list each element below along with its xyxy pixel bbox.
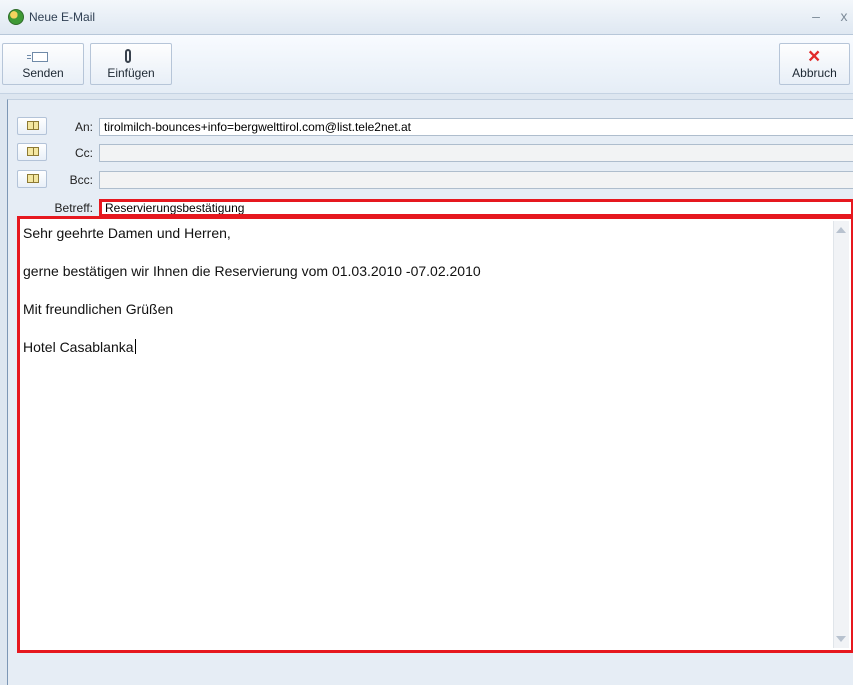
text-caret	[134, 339, 136, 354]
cancel-button-label: Abbruch	[792, 66, 837, 80]
window-title: Neue E-Mail	[29, 10, 96, 24]
bcc-field[interactable]	[99, 171, 853, 189]
body-line: Mit freundlichen Grüßen	[23, 301, 174, 317]
cc-label: Cc:	[75, 146, 93, 160]
subject-label: Betreff:	[54, 201, 93, 215]
attach-button-label: Einfügen	[107, 66, 155, 80]
minimize-button[interactable]: –	[807, 8, 825, 24]
to-label: An:	[74, 120, 93, 134]
to-row: An: tirolmilch-bounces+info=bergwelttiro…	[8, 117, 853, 137]
body-line: Sehr geehrte Damen und Herren,	[23, 225, 231, 241]
body-line: Hotel Casablanka	[23, 339, 134, 355]
message-body[interactable]: Sehr geehrte Damen und Herren, gerne bes…	[17, 216, 853, 653]
bcc-row: Bcc:	[8, 170, 853, 190]
cancel-button[interactable]: × Abbruch	[779, 43, 850, 85]
send-button-label: Senden	[22, 66, 64, 80]
subject-row: Betreff: Reservierungsbestätigung	[8, 198, 853, 218]
attach-button[interactable]: Einfügen	[90, 43, 172, 85]
body-line-with-caret: Hotel Casablanka	[23, 337, 833, 357]
message-text: Sehr geehrte Damen und Herren, gerne bes…	[23, 223, 833, 375]
app-icon	[8, 9, 24, 25]
cc-row: Cc:	[8, 143, 853, 163]
subject-field[interactable]: Reservierungsbestätigung	[99, 199, 853, 217]
body-line: gerne bestätigen wir Ihnen die Reservier…	[23, 263, 481, 279]
vertical-scrollbar[interactable]	[833, 221, 849, 648]
compose-panel: An: tirolmilch-bounces+info=bergwelttiro…	[7, 99, 853, 685]
paperclip-icon	[91, 48, 171, 64]
to-field[interactable]: tirolmilch-bounces+info=bergwelttirol.co…	[99, 118, 853, 136]
title-bar: Neue E-Mail – x	[0, 0, 853, 35]
close-window-button[interactable]: x	[835, 8, 853, 24]
cc-field[interactable]	[99, 144, 853, 162]
send-button[interactable]: Senden	[2, 43, 84, 85]
scroll-down-icon[interactable]	[836, 636, 846, 642]
envelope-icon	[3, 48, 83, 64]
bcc-label: Bcc:	[69, 173, 93, 187]
close-icon: ×	[808, 45, 821, 68]
scroll-up-icon[interactable]	[836, 227, 846, 233]
toolbar: Senden Einfügen × Abbruch	[0, 35, 853, 94]
